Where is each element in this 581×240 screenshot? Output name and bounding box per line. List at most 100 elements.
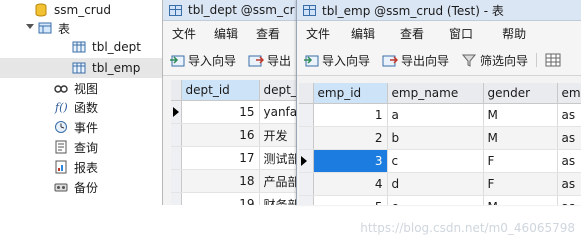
dept-window-title: tbl_dept @ssm_cr [188,3,295,17]
nav-label: 备份 [74,180,99,195]
table-row[interactable]: 3 c F as [299,149,581,173]
query-icon [55,140,67,154]
cell-email[interactable]: as [557,172,581,196]
emp-table-window: tbl_emp @ssm_crud (Test) - 表 文件 编辑 查看 窗口… [296,0,581,205]
table-icon [303,4,316,16]
table-row[interactable]: 4 d F as [299,172,581,196]
export-icon [382,55,399,67]
nav-label: tbl_emp [92,61,141,75]
dept-window-titlebar[interactable]: tbl_dept @ssm_cr [163,0,303,21]
current-row-marker [299,149,314,173]
cell-emp-id[interactable]: 1 [313,103,388,127]
column-header-dept-id[interactable]: dept_id [181,80,260,101]
table-row[interactable]: 18 产品部 [171,169,303,193]
import-label: 导入向导 [322,53,371,68]
cell-gender[interactable]: F [483,172,558,196]
import-icon [304,55,319,67]
table-icon [72,62,86,74]
cell-dept-id[interactable]: 17 [181,146,260,170]
export-button[interactable]: 导出 [242,52,297,69]
cell-email[interactable]: as [557,126,581,150]
cell-gender[interactable]: M [483,103,558,127]
export-wizard-button[interactable]: 导出向导 [376,52,455,69]
navigation-tree: ssm_crud 表 tbl_dept tbl_emp 视图 f() 函数 事件… [0,0,234,240]
database-icon [35,3,47,17]
cell-dept-id[interactable]: 16 [181,123,260,147]
filter-icon [461,54,477,67]
menu-edit[interactable]: 编辑 [339,25,384,42]
export-label: 导出 [267,53,292,68]
menu-file[interactable]: 文件 [163,25,205,42]
cell-emp-name[interactable]: e [387,195,484,205]
dept-table-window: tbl_dept @ssm_cr 文件 编辑 查看 导入向导 导出 dept_i… [162,0,303,205]
row-marker-header [299,83,314,104]
cell-emp-name[interactable]: a [387,103,484,127]
event-icon [55,121,67,133]
menu-view[interactable]: 查看 [247,25,289,42]
cell-emp-id[interactable]: 2 [313,126,388,150]
dept-menubar: 文件 编辑 查看 [163,21,303,45]
table-row[interactable]: 2 b M as [299,126,581,150]
cell-email[interactable]: as [557,195,581,205]
filter-label: 筛选向导 [480,53,529,68]
table-row[interactable]: 16 开发 [171,123,303,147]
table-row[interactable]: 17 测试部 [171,146,303,170]
cell-gender[interactable]: M [483,126,558,150]
column-header-emp-id[interactable]: emp_id [313,83,388,104]
emp-menubar: 文件 编辑 查看 窗口 帮助 [297,21,581,45]
table-row[interactable]: 19 财务部 [171,192,303,205]
table-row[interactable]: 5 e M as [299,195,581,205]
cell-gender[interactable]: F [483,149,558,173]
nav-label: 表 [58,21,71,36]
menu-window[interactable]: 窗口 [433,25,482,42]
cell-email[interactable]: as [557,149,581,173]
column-header-gender[interactable]: gender [483,83,558,104]
row-marker [171,123,182,147]
menu-view[interactable]: 查看 [384,25,433,42]
import-label: 导入向导 [188,53,237,68]
nav-label: 视图 [74,81,99,96]
cell-emp-name[interactable]: c [387,149,484,173]
dept-toolbar: 导入向导 导出 [163,45,303,76]
tables-folder-icon [38,22,52,34]
menu-edit[interactable]: 编辑 [205,25,247,42]
import-wizard-button[interactable]: 导入向导 [297,52,376,69]
column-header-emp-name[interactable]: emp_name [387,83,484,104]
table-row[interactable]: 1 a M as [299,103,581,127]
grid-view-button[interactable] [536,53,570,67]
row-marker [171,169,182,193]
cell-dept-id[interactable]: 18 [181,169,260,193]
cell-email[interactable]: as [557,103,581,127]
cell-emp-id[interactable]: 3 [313,149,388,173]
table-row[interactable]: 15 yanfa [171,100,303,124]
row-marker [299,195,314,205]
nav-label: 报表 [74,160,99,175]
watermark: https://blog.csdn.net/m0_46065798 [360,221,575,235]
cell-gender[interactable]: M [483,195,558,205]
views-icon [54,85,68,93]
emp-window-titlebar[interactable]: tbl_emp @ssm_crud (Test) - 表 [297,0,581,21]
nav-label: tbl_dept [92,40,141,54]
row-marker [171,146,182,170]
cell-dept-id[interactable]: 19 [181,192,260,205]
function-icon: f() [54,101,68,114]
filter-wizard-button[interactable]: 筛选向导 [455,52,534,69]
grid-view-icon [545,53,561,67]
cell-emp-name[interactable]: d [387,172,484,196]
row-marker-header [171,80,182,101]
import-wizard-button[interactable]: 导入向导 [163,52,242,69]
nav-label: 事件 [74,120,99,135]
menu-file[interactable]: 文件 [297,25,339,42]
cell-emp-name[interactable]: b [387,126,484,150]
current-row-marker [171,100,182,124]
collapse-arrow-icon[interactable] [26,24,34,29]
table-icon [72,41,86,53]
report-icon [55,160,67,174]
dept-data-grid: dept_id dept_ 15 yanfa 16 开发 17 测试部 18 产… [171,80,303,205]
column-header-email[interactable]: em [557,83,581,104]
table-icon [169,4,182,16]
cell-emp-id[interactable]: 5 [313,195,388,205]
cell-emp-id[interactable]: 4 [313,172,388,196]
cell-dept-id[interactable]: 15 [181,100,260,124]
menu-help[interactable]: 帮助 [482,25,535,42]
